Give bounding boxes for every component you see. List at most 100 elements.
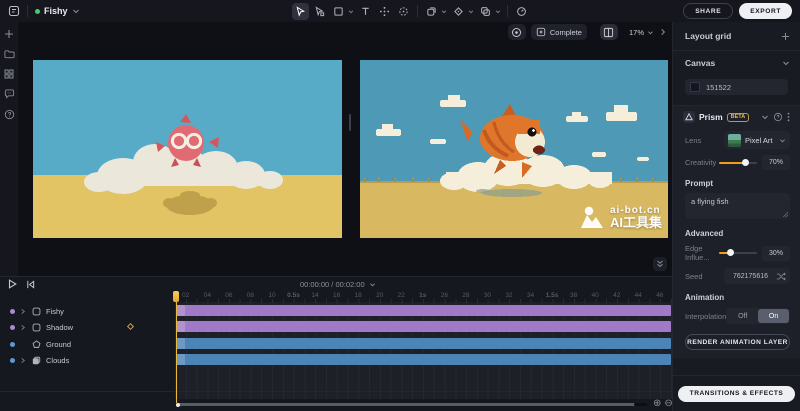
- layer-expand-chevron-icon[interactable]: [20, 324, 27, 331]
- timeline-scrollbar[interactable]: [176, 403, 648, 406]
- frame-tool-button[interactable]: [330, 3, 347, 20]
- track-bar-clouds[interactable]: [176, 354, 671, 365]
- effects-tool-caret-icon[interactable]: [468, 9, 474, 14]
- ruler-label: 1s: [412, 291, 434, 302]
- layer-row-clouds[interactable]: Clouds: [0, 353, 175, 367]
- canvas-area: Complete 17%: [18, 22, 672, 276]
- timeline-zoom-in-button[interactable]: ⊕: [653, 399, 661, 409]
- layer-expand-chevron-icon[interactable]: [20, 308, 27, 315]
- source-scene-illustration: [33, 60, 342, 238]
- layout-grid-title: Layout grid: [685, 31, 731, 41]
- select-tool-button[interactable]: [292, 3, 309, 20]
- comments-icon[interactable]: [3, 88, 15, 100]
- render-animation-layer-button[interactable]: RENDER ANIMATION LAYER: [685, 334, 790, 350]
- layer-type-icon: [32, 323, 41, 332]
- duplicate-tool-button[interactable]: [423, 3, 440, 20]
- time-value: 00:00:00 / 00:02:00: [300, 280, 365, 289]
- canvas-color-field[interactable]: 151522: [685, 79, 788, 95]
- prompt-textarea[interactable]: a flying fish: [685, 193, 790, 219]
- creativity-slider[interactable]: [719, 158, 757, 168]
- layer-row-shadow[interactable]: Shadow: [0, 320, 175, 334]
- interpolation-label: Interpolation: [685, 312, 726, 321]
- scrollbar-start-dot: [176, 403, 180, 407]
- ruler-label: 28: [455, 291, 477, 302]
- ruler-label: 40: [584, 291, 606, 302]
- canvas-collapse-button[interactable]: [782, 60, 790, 66]
- artboard-source[interactable]: [33, 60, 342, 238]
- chevron-down-icon: [779, 138, 786, 143]
- assets-icon[interactable]: [3, 68, 15, 80]
- timeline-tracks[interactable]: [175, 302, 672, 399]
- track-bar-shadow[interactable]: [176, 321, 671, 332]
- keyframe-indicator-icon[interactable]: [127, 323, 134, 330]
- interpolation-off-button[interactable]: Off: [727, 309, 758, 323]
- chevron-right-icon[interactable]: [660, 28, 666, 36]
- layer-row-ground[interactable]: Ground: [0, 337, 175, 351]
- ruler-label: 42: [606, 291, 628, 302]
- duplicate-icon: [426, 6, 437, 17]
- app-logo-icon[interactable]: [8, 5, 20, 17]
- ruler-label: 44: [627, 291, 649, 302]
- node-select-tool-button[interactable]: [311, 3, 328, 20]
- export-button[interactable]: EXPORT: [739, 3, 792, 19]
- interpolation-on-button[interactable]: On: [758, 309, 789, 323]
- layer-color-dot: [10, 342, 15, 347]
- scrollbar-thumb[interactable]: [634, 403, 648, 406]
- chevron-down-icon: [647, 30, 654, 35]
- rotate-tool-button[interactable]: [395, 3, 412, 20]
- artboard-render[interactable]: ai-bot.cn AI工具集: [360, 60, 668, 238]
- layer-list: Fishy Shadow Ground Clouds: [0, 302, 175, 399]
- play-button[interactable]: [8, 279, 17, 289]
- prism-title: Prism: [699, 112, 723, 122]
- ruler-label: 20: [369, 291, 391, 302]
- timeline-ruler[interactable]: 02040608100.5s14161820221s26283032341.5s…: [175, 291, 672, 302]
- chevron-down-icon: [369, 282, 376, 287]
- resize-grip[interactable]: [783, 212, 788, 217]
- layer-expand-chevron-icon[interactable]: [20, 357, 27, 364]
- share-button[interactable]: SHARE: [683, 3, 733, 19]
- watermark: ai-bot.cn AI工具集: [579, 206, 662, 230]
- collapse-panel-button[interactable]: [653, 257, 667, 271]
- creativity-value[interactable]: 70%: [762, 155, 790, 170]
- zoom-level-dropdown[interactable]: 17%: [629, 28, 654, 37]
- animation-label: Animation: [673, 287, 800, 305]
- track-bar-fishy[interactable]: [176, 305, 671, 316]
- duplicate-tool-caret-icon[interactable]: [441, 9, 447, 14]
- lens-label: Lens: [685, 136, 701, 145]
- complete-button[interactable]: Complete: [531, 24, 587, 40]
- seed-input[interactable]: 762175616: [724, 268, 790, 284]
- add-icon[interactable]: [3, 28, 15, 40]
- move-tool-button[interactable]: [376, 3, 393, 20]
- transitions-effects-button[interactable]: TRANSITIONS & EFFECTS: [678, 386, 796, 402]
- edge-influence-value[interactable]: 30%: [762, 246, 790, 261]
- text-tool-button[interactable]: [357, 3, 374, 20]
- project-menu[interactable]: Fishy: [35, 6, 80, 16]
- effects-tool-button[interactable]: [450, 3, 467, 20]
- frame-tool-caret-icon[interactable]: [348, 9, 354, 14]
- timer-tool-button[interactable]: [513, 3, 530, 20]
- prism-collapse-button[interactable]: [761, 114, 769, 120]
- prism-help-icon[interactable]: [773, 112, 783, 122]
- prism-more-icon[interactable]: [787, 112, 790, 122]
- artboard-gap-handle[interactable]: [349, 114, 351, 131]
- ruler-label: 34: [520, 291, 542, 302]
- divider: [27, 5, 28, 17]
- track-bar-ground[interactable]: [176, 338, 671, 349]
- ruler-label: 18: [347, 291, 369, 302]
- shuffle-icon[interactable]: [776, 272, 786, 281]
- folder-icon[interactable]: [3, 48, 15, 60]
- lens-dropdown[interactable]: Pixel Art: [724, 131, 790, 149]
- playhead-handle[interactable]: [173, 291, 179, 302]
- boolean-tool-button[interactable]: [477, 3, 494, 20]
- time-display[interactable]: 00:00:00 / 00:02:00: [300, 277, 376, 291]
- help-icon[interactable]: [3, 108, 15, 120]
- boolean-tool-caret-icon[interactable]: [495, 9, 501, 14]
- edge-influence-slider[interactable]: [719, 248, 757, 258]
- pages-panel-button[interactable]: [600, 24, 618, 40]
- layer-row-fishy[interactable]: Fishy: [0, 304, 175, 318]
- prompt-value: a flying fish: [691, 197, 729, 206]
- layer-color-dot: [10, 358, 15, 363]
- skip-to-start-button[interactable]: [26, 280, 35, 289]
- preview-button[interactable]: [508, 24, 526, 40]
- add-layout-grid-button[interactable]: [781, 32, 790, 41]
